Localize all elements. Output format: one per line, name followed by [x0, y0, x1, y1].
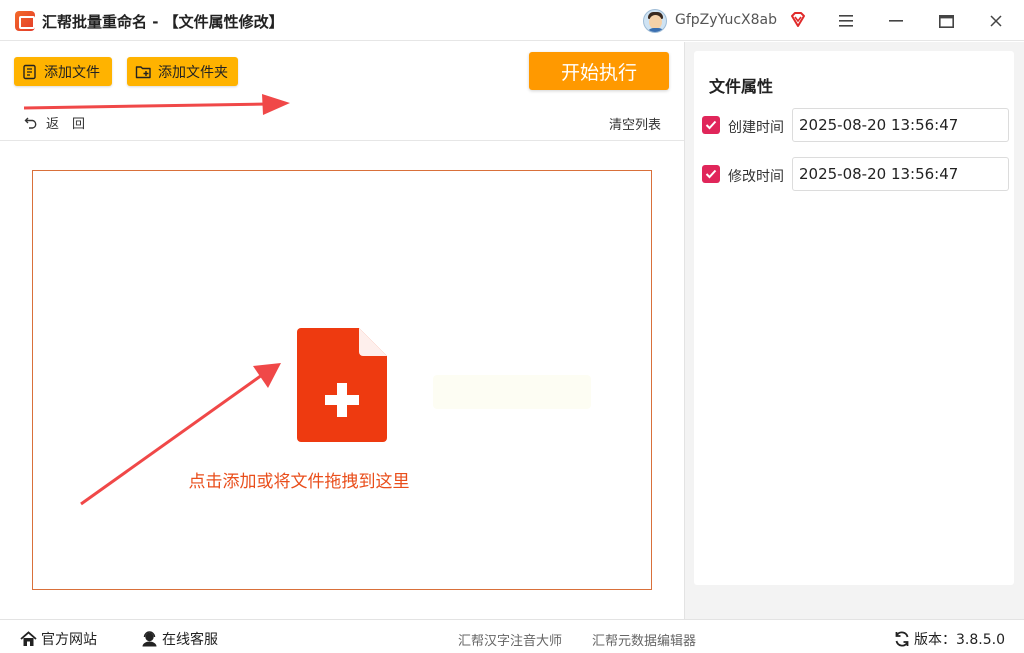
vip-diamond-icon[interactable] [789, 11, 807, 29]
maximize-button[interactable] [924, 6, 968, 36]
modify-time-label: 修改时间 [728, 169, 784, 185]
close-icon [990, 15, 1002, 27]
back-button[interactable]: 返回 [24, 113, 98, 132]
title-bar: 汇帮批量重命名 - 【文件属性修改】 GfpZyYucX8ab [0, 0, 1024, 41]
properties-title: 文件属性 [709, 77, 774, 96]
metadata-tool-link[interactable]: 汇帮元数据编辑器 [592, 630, 696, 649]
username[interactable]: GfpZyYucX8ab [675, 12, 777, 28]
modify-time-input[interactable] [792, 157, 1009, 191]
properties-panel: 文件属性 创建时间 修改时间 [694, 51, 1014, 585]
pinyin-tool-link[interactable]: 汇帮汉字注音大师 [458, 630, 562, 649]
minimize-button[interactable] [874, 6, 918, 36]
file-drop-zone[interactable]: 点击添加或将文件拖拽到这里 [32, 170, 652, 590]
refresh-icon[interactable] [894, 631, 910, 647]
create-time-input[interactable] [792, 108, 1009, 142]
online-service-link[interactable]: 在线客服 [141, 629, 218, 649]
add-file-icon [23, 64, 36, 79]
start-execute-button[interactable]: 开始执行 [529, 52, 669, 90]
window-title: 汇帮批量重命名 - 【文件属性修改】 [42, 13, 284, 31]
version-info: 版本：3.8.5.0 [894, 629, 1005, 649]
create-time-label: 创建时间 [728, 120, 784, 136]
minimize-icon [889, 20, 903, 22]
add-file-label: 添加文件 [44, 64, 100, 81]
create-time-row: 创建时间 [702, 108, 1009, 142]
create-time-checkbox[interactable] [702, 116, 720, 134]
hamburger-icon [839, 15, 853, 27]
file-list-panel: 添加文件 添加文件夹 开始执行 返回 清空列表 点击添加或将文件拖拽到这里 [0, 42, 684, 619]
checkmark-icon [705, 169, 717, 179]
version-label: 版本：3.8.5.0 [914, 632, 1005, 648]
add-folder-icon [135, 65, 151, 78]
drop-zone-placeholder-box [433, 375, 591, 409]
home-icon [20, 631, 37, 646]
menu-button[interactable] [824, 6, 868, 36]
official-site-label: 官方网站 [41, 632, 97, 648]
drop-zone-hint: 点击添加或将文件拖拽到这里 [188, 472, 410, 492]
close-button[interactable] [974, 6, 1018, 36]
app-logo-icon [15, 11, 35, 31]
official-site-link[interactable]: 官方网站 [20, 629, 97, 649]
add-folder-button[interactable]: 添加文件夹 [127, 57, 238, 86]
maximize-icon [938, 14, 954, 28]
checkmark-icon [705, 120, 717, 130]
clear-list-button[interactable]: 清空列表 [609, 114, 661, 133]
add-file-large-icon [297, 328, 387, 442]
modify-time-checkbox[interactable] [702, 165, 720, 183]
back-label: 返回 [46, 117, 99, 132]
undo-arrow-icon [24, 117, 37, 129]
modify-time-row: 修改时间 [702, 157, 1009, 191]
toolbar-divider [0, 140, 684, 141]
customer-service-icon [142, 631, 157, 647]
status-bar: 官方网站 在线客服 汇帮汉字注音大师 汇帮元数据编辑器 版本：3.8.5.0 [0, 619, 1024, 653]
online-service-label: 在线客服 [162, 632, 218, 648]
user-avatar[interactable] [643, 9, 667, 33]
add-file-button[interactable]: 添加文件 [14, 57, 112, 86]
add-folder-label: 添加文件夹 [158, 64, 228, 81]
